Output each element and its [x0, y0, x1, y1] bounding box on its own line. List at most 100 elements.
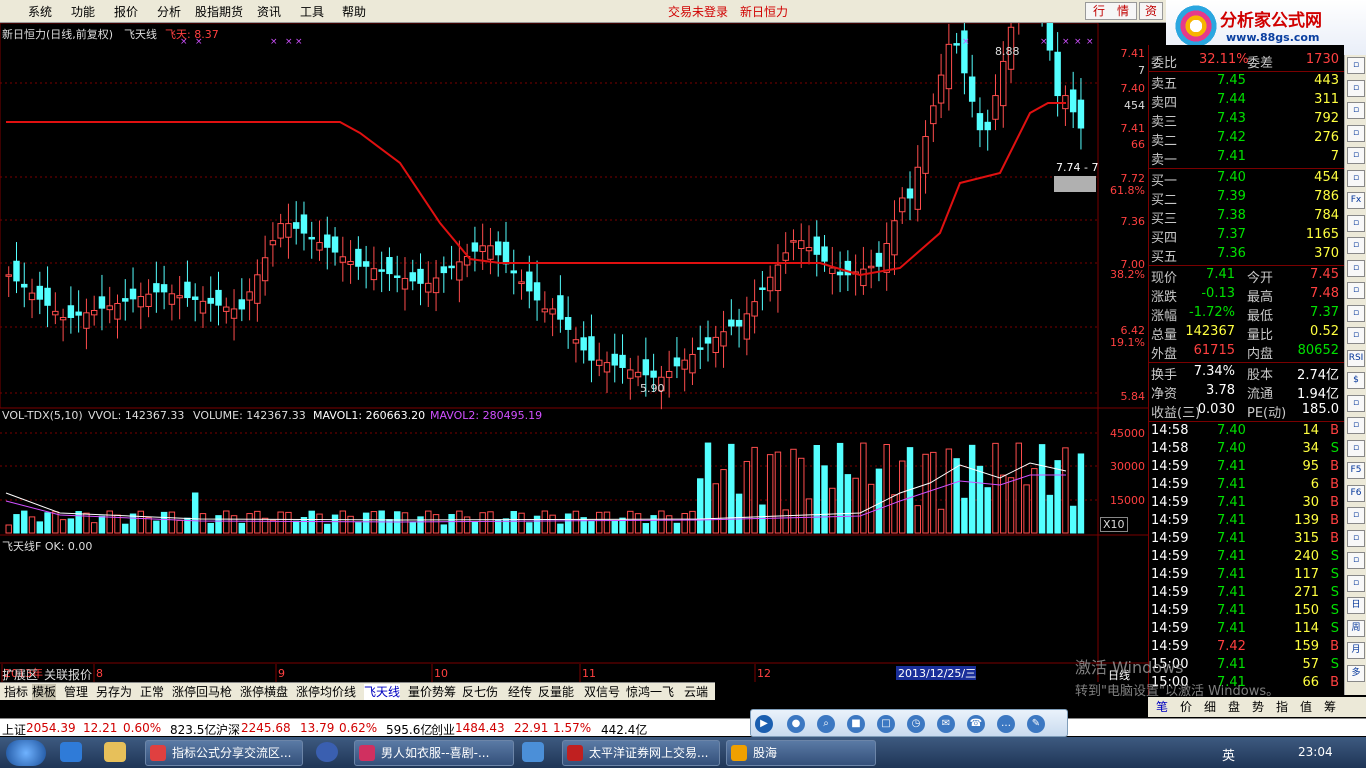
volume-bar[interactable]	[347, 515, 354, 534]
volume-bar[interactable]	[1046, 494, 1054, 534]
candle-body[interactable]	[339, 256, 347, 263]
quote-tab-0[interactable]: 笔	[1156, 699, 1168, 715]
volume-bar[interactable]	[261, 517, 269, 534]
volume-bar[interactable]	[362, 512, 370, 534]
volume-bar[interactable]	[860, 442, 867, 534]
volume-bar[interactable]	[596, 511, 603, 534]
candle-body[interactable]	[627, 369, 634, 379]
toolbar-icon-22[interactable]: ▫	[1347, 552, 1365, 569]
volume-bar[interactable]	[790, 448, 797, 534]
phone-icon[interactable]: ☎	[967, 715, 985, 733]
candle-body[interactable]	[168, 293, 176, 305]
volume-bar[interactable]	[199, 513, 207, 534]
volume-bar[interactable]	[953, 458, 960, 534]
candle-body[interactable]	[619, 354, 626, 368]
candle-body[interactable]	[798, 240, 805, 250]
stat2-row[interactable]: 净资 3.78 流通 1.94亿	[1149, 383, 1345, 402]
candle-body[interactable]	[720, 331, 727, 347]
ime-indicator[interactable]: 英	[1222, 745, 1235, 764]
volume-bar[interactable]	[487, 511, 494, 534]
candle-body[interactable]	[285, 223, 292, 238]
tick-row[interactable]: 14:59 7.41 6 B	[1149, 477, 1345, 495]
menu-news[interactable]: 资讯	[257, 3, 281, 20]
volume-bar[interactable]	[401, 512, 409, 534]
trade-status[interactable]: 交易未登录	[668, 3, 728, 20]
folder-icon[interactable]	[104, 742, 126, 762]
candle-body[interactable]	[611, 353, 618, 366]
quote-tab-4[interactable]: 势	[1252, 699, 1264, 715]
toolbar-icon-17[interactable]: ▫	[1347, 439, 1365, 457]
volume-bar[interactable]	[968, 444, 976, 534]
volume-bar[interactable]	[611, 519, 618, 534]
candle-body[interactable]	[494, 241, 502, 256]
candle-body[interactable]	[914, 166, 922, 210]
stat-row[interactable]: 总量 142367 量比 0.52	[1149, 324, 1345, 343]
volume-bar[interactable]	[782, 509, 789, 534]
lock-icon[interactable]: ■	[847, 715, 865, 733]
toolbar-icon-27[interactable]: 多	[1347, 664, 1365, 682]
candle-body[interactable]	[518, 281, 525, 285]
volume-bar[interactable]	[681, 513, 688, 534]
ask-row[interactable]: 卖四 7.44 311	[1149, 92, 1345, 111]
volume-bar[interactable]	[292, 520, 300, 534]
tab-1[interactable]: 关联报价	[44, 667, 92, 683]
quote-tab-5[interactable]: 指	[1276, 699, 1288, 715]
candle-body[interactable]	[417, 268, 424, 284]
candle-body[interactable]	[634, 371, 642, 378]
toolbar-icon-25[interactable]: 周	[1347, 619, 1365, 637]
candle-body[interactable]	[588, 336, 595, 361]
tab-15[interactable]: 双信号	[584, 684, 620, 700]
volume-bar[interactable]	[409, 521, 416, 534]
menu-futures[interactable]: 股指期货	[195, 3, 243, 20]
candle-body[interactable]	[751, 301, 758, 317]
candle-body[interactable]	[1000, 60, 1007, 107]
candle-body[interactable]	[984, 121, 991, 131]
tick-row[interactable]: 14:59 7.41 315 B	[1149, 531, 1345, 549]
volume-bar[interactable]	[44, 512, 51, 534]
volume-bar[interactable]	[914, 505, 922, 534]
candle-body[interactable]	[137, 296, 145, 308]
candle-body[interactable]	[370, 268, 378, 281]
candle-body[interactable]	[21, 283, 28, 288]
volume-bar[interactable]	[642, 523, 650, 534]
candle-body[interactable]	[160, 284, 168, 293]
candle-body[interactable]	[510, 270, 517, 274]
candle-body[interactable]	[106, 305, 113, 311]
candle-body[interactable]	[743, 313, 751, 340]
play-icon[interactable]: ▶	[755, 715, 773, 733]
candle-body[interactable]	[1046, 23, 1054, 51]
candle-body[interactable]	[129, 288, 137, 300]
chat-icon[interactable]: …	[997, 715, 1015, 733]
volume-bar[interactable]	[67, 518, 75, 534]
volume-bar[interactable]	[269, 519, 277, 534]
candle-body[interactable]	[564, 317, 572, 330]
stat2-row[interactable]: 换手 7.34% 股本 2.74亿	[1149, 364, 1345, 383]
candle-body[interactable]	[937, 74, 945, 104]
candle-body[interactable]	[114, 303, 121, 320]
start-icon[interactable]	[6, 740, 46, 766]
volume-bar[interactable]	[844, 474, 852, 534]
kline-chart-area[interactable]: 7.41 7 7.40 454 7.41 66 7.72 61.8% 7.36 7.00 38.2%…	[0, 23, 1148, 682]
ie-icon[interactable]	[60, 742, 82, 762]
candle-body[interactable]	[580, 337, 587, 351]
quote-button[interactable]: 行 情	[1085, 2, 1137, 20]
tab-12[interactable]: 反七伤	[462, 684, 498, 700]
candle-body[interactable]	[122, 298, 129, 302]
quote-tab-3[interactable]: 盘	[1228, 699, 1240, 715]
toolbar-icon-9[interactable]: ▫	[1347, 259, 1365, 277]
sh-label[interactable]: 上证	[2, 721, 26, 738]
volume-bar[interactable]	[1069, 505, 1077, 534]
volume-bar[interactable]	[122, 523, 129, 534]
candle-body[interactable]	[891, 220, 898, 256]
volume-bar[interactable]	[937, 508, 945, 534]
tab-5[interactable]: 另存为	[96, 684, 132, 700]
volume-bar[interactable]	[766, 454, 774, 534]
volume-bar[interactable]	[533, 515, 541, 534]
candle-body[interactable]	[355, 248, 362, 267]
ask-row[interactable]: 卖三 7.43 792	[1149, 111, 1345, 130]
volume-bar[interactable]	[875, 468, 883, 534]
volume-bar[interactable]	[510, 511, 517, 534]
candle-body[interactable]	[362, 261, 370, 267]
volume-bar[interactable]	[59, 519, 67, 534]
cy-label[interactable]: 创业	[431, 721, 455, 738]
